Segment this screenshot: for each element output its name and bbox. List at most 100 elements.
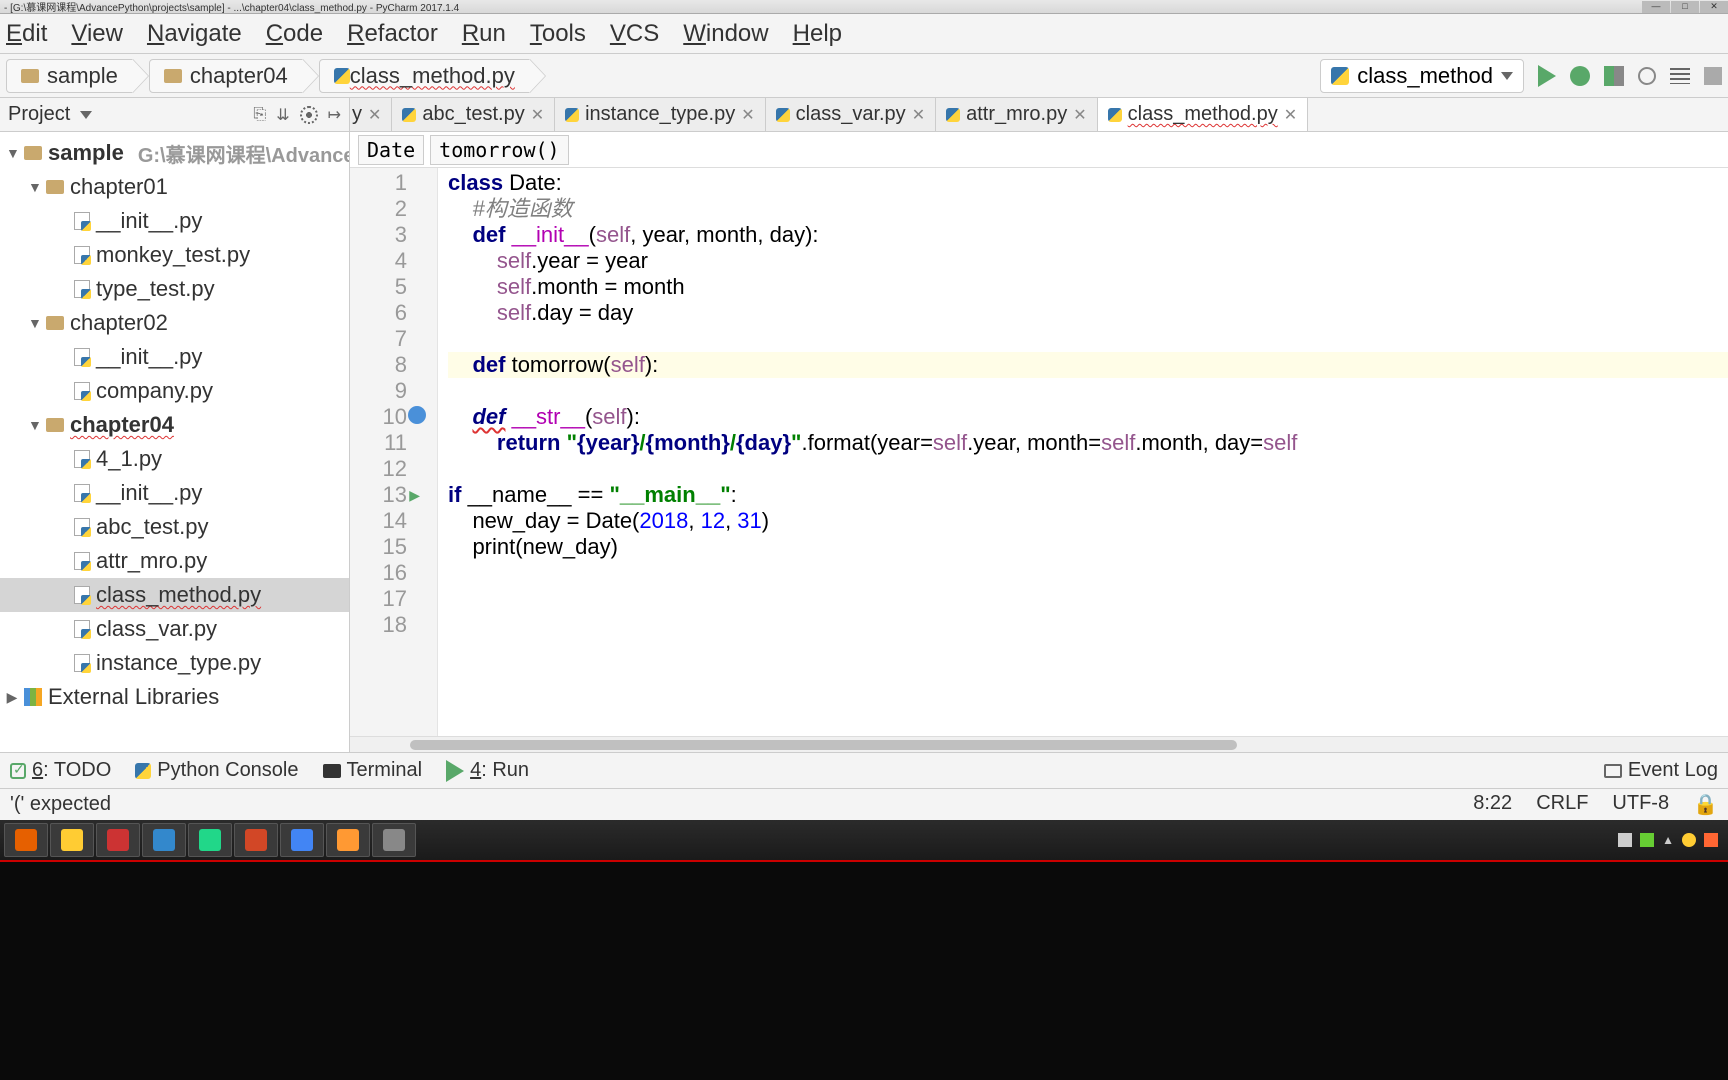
- menu-help[interactable]: Help: [781, 16, 854, 52]
- menu-window[interactable]: Window: [671, 16, 780, 52]
- file-encoding[interactable]: UTF-8: [1612, 792, 1669, 817]
- tree-item-abc_test-py[interactable]: abc_test.py: [0, 510, 349, 544]
- run-button[interactable]: [1538, 65, 1556, 87]
- close-icon[interactable]: ✕: [1284, 105, 1297, 125]
- menu-code[interactable]: Code: [254, 16, 335, 52]
- code-line[interactable]: def __init__(self, year, month, day):: [448, 222, 1728, 248]
- menu-edit[interactable]: Edit: [4, 16, 59, 52]
- line-number[interactable]: 12: [350, 456, 407, 482]
- taskbar-desktop[interactable]: [142, 823, 186, 857]
- line-separator[interactable]: CRLF: [1536, 792, 1588, 817]
- event-log-button[interactable]: Event Log: [1604, 759, 1718, 782]
- line-number[interactable]: 11: [350, 430, 407, 456]
- tab-class_method-py[interactable]: class_method.py✕: [1098, 98, 1308, 131]
- close-icon[interactable]: ✕: [1073, 105, 1086, 125]
- expand-arrow-icon[interactable]: ▼: [28, 179, 40, 195]
- tab-instance_type-py[interactable]: instance_type.py✕: [555, 98, 766, 131]
- code-line[interactable]: print(new_day): [448, 534, 1728, 560]
- tool-6-todo[interactable]: 6: TODO: [10, 759, 111, 782]
- expand-arrow-icon[interactable]: ▶: [6, 689, 18, 706]
- code-editor[interactable]: 123456789101112▶131415161718 class Date:…: [350, 168, 1728, 736]
- taskbar-ppt[interactable]: [234, 823, 278, 857]
- close-icon[interactable]: ✕: [531, 105, 544, 125]
- close-icon[interactable]: ✕: [368, 105, 381, 125]
- code-line[interactable]: def __str__(self):: [448, 404, 1728, 430]
- tray-icon[interactable]: [1618, 833, 1632, 847]
- tree-item-4_1-py[interactable]: 4_1.py: [0, 442, 349, 476]
- tab-class_var-py[interactable]: class_var.py✕: [766, 98, 936, 131]
- taskbar-pycharm[interactable]: [188, 823, 232, 857]
- expand-arrow-icon[interactable]: ▼: [28, 417, 40, 433]
- line-number[interactable]: 8: [350, 352, 407, 378]
- tool-4-run[interactable]: 4: Run: [446, 759, 529, 782]
- code-line[interactable]: [448, 560, 1728, 586]
- taskbar-firefox[interactable]: [4, 823, 48, 857]
- tray-icon[interactable]: [1704, 833, 1718, 847]
- tree-item-sample[interactable]: ▼sampleG:\慕课网课程\Advance: [0, 136, 349, 170]
- run-configuration-selector[interactable]: class_method: [1320, 59, 1524, 93]
- line-number[interactable]: 13: [350, 482, 407, 508]
- code-line[interactable]: new_day = Date(2018, 12, 31): [448, 508, 1728, 534]
- code-line[interactable]: [448, 326, 1728, 352]
- project-tool-label[interactable]: Project: [8, 103, 70, 126]
- close-button[interactable]: ✕: [1700, 1, 1728, 13]
- tray-icon[interactable]: [1640, 833, 1654, 847]
- system-tray[interactable]: ▲: [1618, 833, 1724, 847]
- code-line[interactable]: self.year = year: [448, 248, 1728, 274]
- chevron-down-icon[interactable]: [80, 111, 92, 119]
- taskbar-cam[interactable]: [372, 823, 416, 857]
- line-number[interactable]: 4: [350, 248, 407, 274]
- code-line[interactable]: self.day = day: [448, 300, 1728, 326]
- tab-attr_mro-py[interactable]: attr_mro.py✕: [936, 98, 1098, 131]
- tab-y[interactable]: y✕: [350, 98, 392, 131]
- tree-item-class_method-py[interactable]: class_method.py: [0, 578, 349, 612]
- breadcrumb-class_method-py[interactable]: class_method.py: [319, 59, 530, 93]
- inspections-icon[interactable]: 🔒: [1693, 792, 1718, 817]
- gear-icon[interactable]: [300, 106, 318, 124]
- breadcrumb-chapter04[interactable]: chapter04: [149, 59, 303, 93]
- code-line[interactable]: [448, 378, 1728, 404]
- os-taskbar[interactable]: ▲: [0, 820, 1728, 860]
- close-icon[interactable]: ✕: [912, 105, 925, 125]
- collapse-icon[interactable]: ⇊: [276, 105, 289, 125]
- menu-view[interactable]: View: [59, 16, 135, 52]
- line-number[interactable]: 7: [350, 326, 407, 352]
- tool-terminal[interactable]: Terminal: [323, 759, 423, 782]
- horizontal-scrollbar[interactable]: [350, 736, 1728, 752]
- structure-button[interactable]: [1670, 68, 1690, 84]
- line-number[interactable]: 2: [350, 196, 407, 222]
- tree-item-class_var-py[interactable]: class_var.py: [0, 612, 349, 646]
- stop-button[interactable]: [1704, 67, 1722, 85]
- line-number[interactable]: 16: [350, 560, 407, 586]
- line-number[interactable]: 15: [350, 534, 407, 560]
- run-gutter-icon[interactable]: ▶: [402, 482, 420, 500]
- tree-item-chapter02[interactable]: ▼chapter02: [0, 306, 349, 340]
- tray-expand-icon[interactable]: ▲: [1662, 833, 1674, 847]
- code-line[interactable]: #构造函数: [448, 196, 1728, 222]
- menu-run[interactable]: Run: [450, 16, 518, 52]
- project-tree[interactable]: ▼sampleG:\慕课网课程\Advance▼chapter01__init_…: [0, 132, 350, 752]
- tab-abc_test-py[interactable]: abc_test.py✕: [392, 98, 555, 131]
- close-icon[interactable]: ✕: [741, 105, 754, 125]
- code-breadcrumb-item[interactable]: tomorrow(): [430, 135, 568, 165]
- minimize-button[interactable]: —: [1642, 1, 1670, 13]
- override-icon[interactable]: [408, 406, 426, 424]
- line-number[interactable]: 14: [350, 508, 407, 534]
- line-number[interactable]: 5: [350, 274, 407, 300]
- expand-arrow-icon[interactable]: ▼: [6, 145, 18, 161]
- code-line[interactable]: [448, 612, 1728, 638]
- tree-item-instance_type-py[interactable]: instance_type.py: [0, 646, 349, 680]
- debug-button[interactable]: [1570, 66, 1590, 86]
- tree-item-__init__-py[interactable]: __init__.py: [0, 476, 349, 510]
- line-number[interactable]: 3: [350, 222, 407, 248]
- tree-item-chapter01[interactable]: ▼chapter01: [0, 170, 349, 204]
- code-line[interactable]: [448, 586, 1728, 612]
- tree-item-__init__-py[interactable]: __init__.py: [0, 204, 349, 238]
- code-line[interactable]: def tomorrow(self):: [448, 352, 1728, 378]
- taskbar-file[interactable]: [326, 823, 370, 857]
- menu-navigate[interactable]: Navigate: [135, 16, 254, 52]
- line-number[interactable]: 10: [350, 404, 407, 430]
- profile-button[interactable]: [1638, 67, 1656, 85]
- code-line[interactable]: [448, 456, 1728, 482]
- code-line[interactable]: if __name__ == "__main__":: [448, 482, 1728, 508]
